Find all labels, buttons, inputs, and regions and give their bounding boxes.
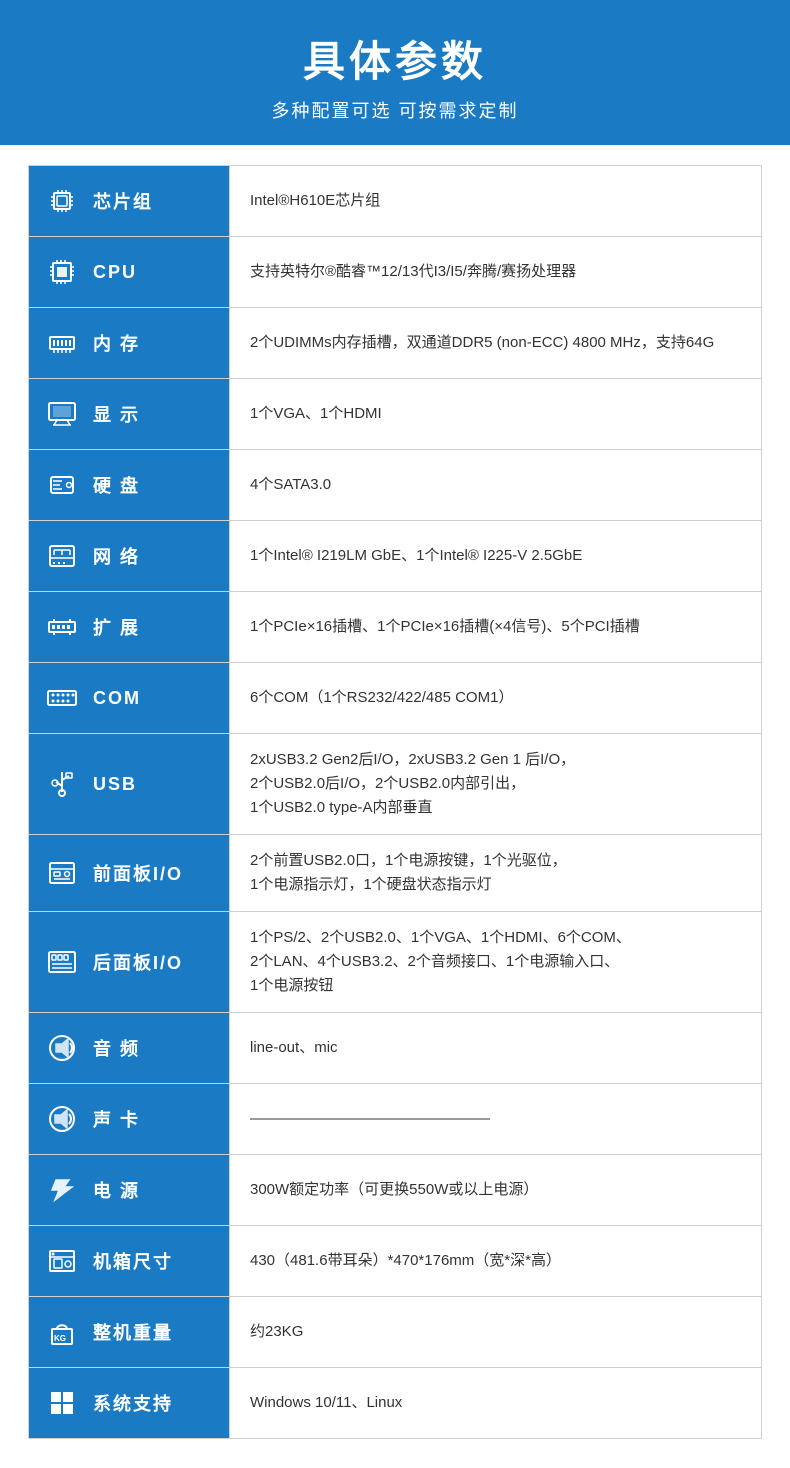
display-icon bbox=[41, 393, 83, 435]
expansion-icon bbox=[41, 606, 83, 648]
spec-value-usb: 2xUSB3.2 Gen2后I/O，2xUSB3.2 Gen 1 后I/O，2个… bbox=[229, 734, 761, 834]
soundcard-icon bbox=[41, 1098, 83, 1140]
spec-label-text-chassis: 机箱尺寸 bbox=[93, 1248, 173, 1274]
spec-label-power: 电 源 bbox=[29, 1155, 229, 1225]
spec-label-text-network: 网 络 bbox=[93, 543, 140, 569]
spec-label-cpu: CPU bbox=[29, 237, 229, 307]
spec-label-network: 网 络 bbox=[29, 521, 229, 591]
spec-label-text-power: 电 源 bbox=[93, 1177, 140, 1203]
power-icon bbox=[41, 1169, 83, 1211]
spec-label-text-weight: 整机重量 bbox=[93, 1319, 173, 1345]
spec-label-text-front-panel: 前面板I/O bbox=[93, 860, 183, 886]
spec-row-rear-panel: 后面板I/O 1个PS/2、2个USB2.0、1个VGA、1个HDMI、6个COM… bbox=[28, 911, 762, 1013]
spec-label-expansion: 扩 展 bbox=[29, 592, 229, 662]
spec-label-display: 显 示 bbox=[29, 379, 229, 449]
page-title: 具体参数 bbox=[20, 28, 770, 89]
spec-label-text-display: 显 示 bbox=[93, 401, 140, 427]
page-subtitle: 多种配置可选 可按需求定制 bbox=[20, 97, 770, 123]
spec-label-text-chipset: 芯片组 bbox=[93, 188, 153, 214]
rear-panel-icon bbox=[41, 941, 83, 983]
spec-label-chassis: 机箱尺寸 bbox=[29, 1226, 229, 1296]
spec-label-weight: KG 整机重量 bbox=[29, 1297, 229, 1367]
audio-icon bbox=[41, 1027, 83, 1069]
spec-label-chipset: 芯片组 bbox=[29, 166, 229, 236]
spec-label-soundcard: 声 卡 bbox=[29, 1084, 229, 1154]
spec-value-cpu: 支持英特尔®酷睿™12/13代I3/I5/奔腾/赛扬处理器 bbox=[229, 237, 761, 307]
chipset-icon bbox=[41, 180, 83, 222]
com-icon bbox=[41, 677, 83, 719]
spec-row-memory: 内 存 2个UDIMMs内存插槽，双通道DDR5 (non-ECC) 4800 M… bbox=[28, 307, 762, 379]
spec-label-usb: USB bbox=[29, 734, 229, 834]
spec-value-chassis: 430（481.6带耳朵）*470*176mm（宽*深*高） bbox=[229, 1226, 761, 1296]
spec-value-os: Windows 10/11、Linux bbox=[229, 1368, 761, 1438]
chassis-icon bbox=[41, 1240, 83, 1282]
spec-value-storage: 4个SATA3.0 bbox=[229, 450, 761, 520]
usb-icon bbox=[41, 763, 83, 805]
network-icon bbox=[41, 535, 83, 577]
spec-label-text-usb: USB bbox=[93, 774, 137, 795]
spec-value-audio: line-out、mic bbox=[229, 1013, 761, 1083]
spec-row-cpu: CPU 支持英特尔®酷睿™12/13代I3/I5/奔腾/赛扬处理器 bbox=[28, 236, 762, 308]
spec-table-container: 芯片组 Intel®H610E芯片组 CPU 支持英特尔®酷睿™12/13代I3/I… bbox=[0, 145, 790, 1468]
spec-value-expansion: 1个PCIe×16插槽、1个PCIe×16插槽(×4信号)、5个PCI插槽 bbox=[229, 592, 761, 662]
spec-row-front-panel: 前面板I/O 2个前置USB2.0口，1个电源按键，1个光驱位，1个电源指示灯，1… bbox=[28, 834, 762, 912]
spec-row-storage: 硬 盘 4个SATA3.0 bbox=[28, 449, 762, 521]
spec-label-text-memory: 内 存 bbox=[93, 330, 140, 356]
spec-row-power: 电 源 300W额定功率（可更换550W或以上电源） bbox=[28, 1154, 762, 1226]
spec-label-text-rear-panel: 后面板I/O bbox=[93, 949, 183, 975]
spec-row-soundcard: 声 卡 ———————————————— bbox=[28, 1083, 762, 1155]
spec-row-os: 系统支持 Windows 10/11、Linux bbox=[28, 1367, 762, 1439]
spec-value-weight: 约23KG bbox=[229, 1297, 761, 1367]
storage-icon bbox=[41, 464, 83, 506]
os-icon bbox=[41, 1382, 83, 1424]
spec-label-rear-panel: 后面板I/O bbox=[29, 912, 229, 1012]
spec-label-com: COM bbox=[29, 663, 229, 733]
svg-text:KG: KG bbox=[54, 1334, 66, 1343]
spec-value-com: 6个COM（1个RS232/422/485 COM1） bbox=[229, 663, 761, 733]
spec-row-audio: 音 频 line-out、mic bbox=[28, 1012, 762, 1084]
spec-label-storage: 硬 盘 bbox=[29, 450, 229, 520]
spec-value-network: 1个Intel® I219LM GbE、1个Intel® I225-V 2.5G… bbox=[229, 521, 761, 591]
spec-value-soundcard: ———————————————— bbox=[229, 1084, 761, 1154]
header: 具体参数 多种配置可选 可按需求定制 bbox=[0, 0, 790, 145]
spec-value-front-panel: 2个前置USB2.0口，1个电源按键，1个光驱位，1个电源指示灯，1个硬盘状态指… bbox=[229, 835, 761, 911]
spec-label-text-audio: 音 频 bbox=[93, 1035, 140, 1061]
spec-value-chipset: Intel®H610E芯片组 bbox=[229, 166, 761, 236]
spec-row-com: COM 6个COM（1个RS232/422/485 COM1） bbox=[28, 662, 762, 734]
spec-label-audio: 音 频 bbox=[29, 1013, 229, 1083]
memory-icon bbox=[41, 322, 83, 364]
spec-label-text-soundcard: 声 卡 bbox=[93, 1106, 140, 1132]
spec-value-power: 300W额定功率（可更换550W或以上电源） bbox=[229, 1155, 761, 1225]
spec-label-text-storage: 硬 盘 bbox=[93, 472, 140, 498]
spec-label-text-com: COM bbox=[93, 688, 141, 709]
spec-label-os: 系统支持 bbox=[29, 1368, 229, 1438]
spec-value-display: 1个VGA、1个HDMI bbox=[229, 379, 761, 449]
spec-label-text-expansion: 扩 展 bbox=[93, 614, 140, 640]
front-panel-icon bbox=[41, 852, 83, 894]
spec-row-usb: USB 2xUSB3.2 Gen2后I/O，2xUSB3.2 Gen 1 后I/O… bbox=[28, 733, 762, 835]
spec-row-chassis: 机箱尺寸 430（481.6带耳朵）*470*176mm（宽*深*高） bbox=[28, 1225, 762, 1297]
spec-value-memory: 2个UDIMMs内存插槽，双通道DDR5 (non-ECC) 4800 MHz，… bbox=[229, 308, 761, 378]
spec-label-memory: 内 存 bbox=[29, 308, 229, 378]
spec-label-text-cpu: CPU bbox=[93, 262, 137, 283]
spec-label-text-os: 系统支持 bbox=[93, 1390, 173, 1416]
spec-row-expansion: 扩 展 1个PCIe×16插槽、1个PCIe×16插槽(×4信号)、5个PCI插槽 bbox=[28, 591, 762, 663]
spec-value-rear-panel: 1个PS/2、2个USB2.0、1个VGA、1个HDMI、6个COM、2个LAN… bbox=[229, 912, 761, 1012]
spec-row-weight: KG 整机重量约23KG bbox=[28, 1296, 762, 1368]
cpu-icon bbox=[41, 251, 83, 293]
spec-label-front-panel: 前面板I/O bbox=[29, 835, 229, 911]
weight-icon: KG bbox=[41, 1311, 83, 1353]
spec-row-chipset: 芯片组 Intel®H610E芯片组 bbox=[28, 165, 762, 237]
spec-row-display: 显 示 1个VGA、1个HDMI bbox=[28, 378, 762, 450]
spec-row-network: 网 络 1个Intel® I219LM GbE、1个Intel® I225-V 2… bbox=[28, 520, 762, 592]
spec-table: 芯片组 Intel®H610E芯片组 CPU 支持英特尔®酷睿™12/13代I3/I… bbox=[28, 165, 762, 1439]
